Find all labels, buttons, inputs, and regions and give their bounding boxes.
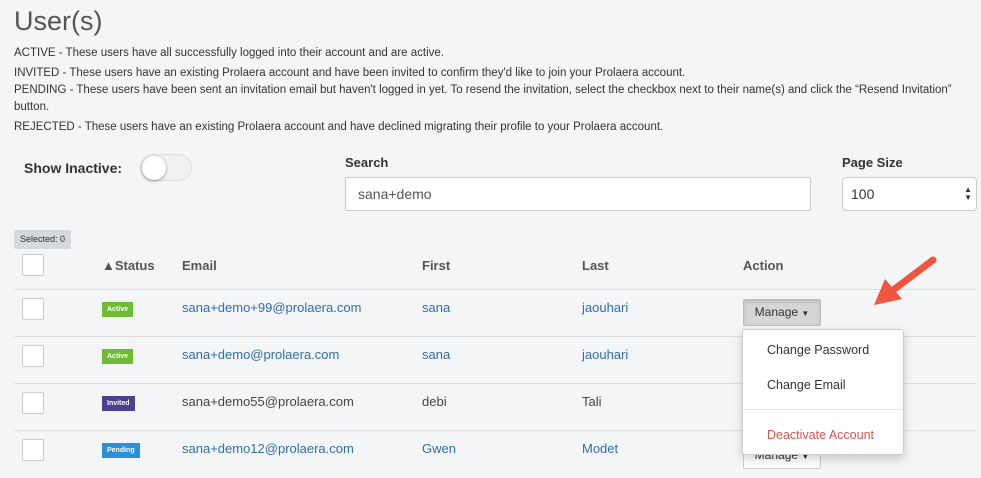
description-rejected: REJECTED - These users have an existing … xyxy=(14,121,664,133)
annotation-arrow-icon xyxy=(874,256,937,305)
page-size-value: 100 xyxy=(851,186,875,202)
select-all-checkbox[interactable] xyxy=(22,254,44,276)
row-last[interactable]: Modet xyxy=(582,441,618,456)
row-last[interactable]: jaouhari xyxy=(582,300,628,315)
row-checkbox[interactable] xyxy=(22,392,44,414)
status-badge: Active xyxy=(102,349,134,364)
header-first[interactable]: First xyxy=(422,258,450,273)
menu-item-change-email[interactable]: Change Email xyxy=(767,378,846,392)
toggle-knob xyxy=(142,156,166,180)
description-invited: INVITED - These users have an existing P… xyxy=(14,67,686,79)
status-badge: Pending xyxy=(102,443,140,458)
manage-label: Manage xyxy=(754,305,799,319)
row-email[interactable]: sana+demo@prolaera.com xyxy=(182,347,339,362)
manage-button[interactable]: Manage ▼ xyxy=(743,299,821,326)
select-arrows-icon: ▲ ▼ xyxy=(964,185,972,202)
header-email[interactable]: Email xyxy=(182,258,217,273)
row-last[interactable]: jaouhari xyxy=(582,347,628,362)
row-last: Tali xyxy=(582,394,602,409)
header-status[interactable]: ▲Status xyxy=(102,258,155,273)
description-active: ACTIVE - These users have all successful… xyxy=(14,47,444,59)
page-title: User(s) xyxy=(14,6,103,36)
row-divider xyxy=(14,289,976,290)
row-first[interactable]: Gwen xyxy=(422,441,456,456)
row-checkbox[interactable] xyxy=(22,298,44,320)
show-inactive-toggle[interactable] xyxy=(140,154,192,181)
menu-item-deactivate-account[interactable]: Deactivate Account xyxy=(767,428,874,442)
menu-item-change-password[interactable]: Change Password xyxy=(767,343,869,357)
menu-divider xyxy=(743,409,903,410)
manage-dropdown-menu: Change Password Change Email Deactivate … xyxy=(742,329,904,455)
search-input[interactable] xyxy=(345,177,811,211)
page-size-label: Page Size xyxy=(842,155,903,170)
row-first: debi xyxy=(422,394,447,409)
search-label: Search xyxy=(345,155,389,170)
caret-down-icon: ▼ xyxy=(801,309,810,318)
description-pending-cont: button. xyxy=(14,101,50,113)
row-first[interactable]: sana xyxy=(422,347,450,362)
row-email: sana+demo55@prolaera.com xyxy=(182,394,354,409)
show-inactive-label: Show Inactive: xyxy=(24,160,123,176)
selected-count-badge: Selected: 0 xyxy=(14,230,72,249)
status-badge: Invited xyxy=(102,396,135,411)
page-size-select[interactable]: 100 ▲ ▼ xyxy=(842,177,977,211)
status-badge: Active xyxy=(102,302,134,317)
header-action: Action xyxy=(743,258,784,273)
header-last[interactable]: Last xyxy=(582,258,609,273)
row-email[interactable]: sana+demo+99@prolaera.com xyxy=(182,300,361,315)
row-email[interactable]: sana+demo12@prolaera.com xyxy=(182,441,354,456)
description-pending: PENDING - These users have been sent an … xyxy=(14,84,952,96)
row-checkbox[interactable] xyxy=(22,439,44,461)
row-checkbox[interactable] xyxy=(22,345,44,367)
row-first[interactable]: sana xyxy=(422,300,450,315)
